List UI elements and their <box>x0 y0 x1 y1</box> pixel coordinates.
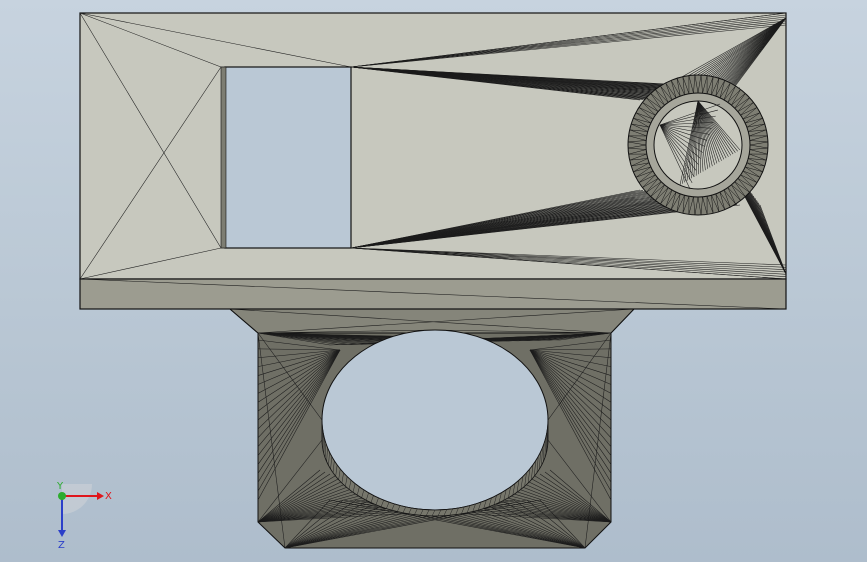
y-axis-label: Y <box>56 481 64 492</box>
upper-plate <box>79 12 787 310</box>
x-axis-label: X <box>105 491 112 502</box>
z-axis-arrow <box>58 530 66 537</box>
cutout-left-wall <box>220 66 227 249</box>
triad-quadrant <box>62 484 92 514</box>
mesh-model[interactable] <box>0 0 867 562</box>
lower-block <box>228 308 636 549</box>
circular-hole <box>321 329 549 511</box>
rectangular-cutout <box>224 66 352 249</box>
cad-viewport[interactable]: X Y Z <box>0 0 867 562</box>
ring-boss <box>627 74 769 216</box>
x-axis-arrow <box>97 492 104 500</box>
axis-triad: X Y Z <box>56 481 112 550</box>
y-axis-dot <box>58 492 66 500</box>
z-axis-label: Z <box>58 540 65 550</box>
